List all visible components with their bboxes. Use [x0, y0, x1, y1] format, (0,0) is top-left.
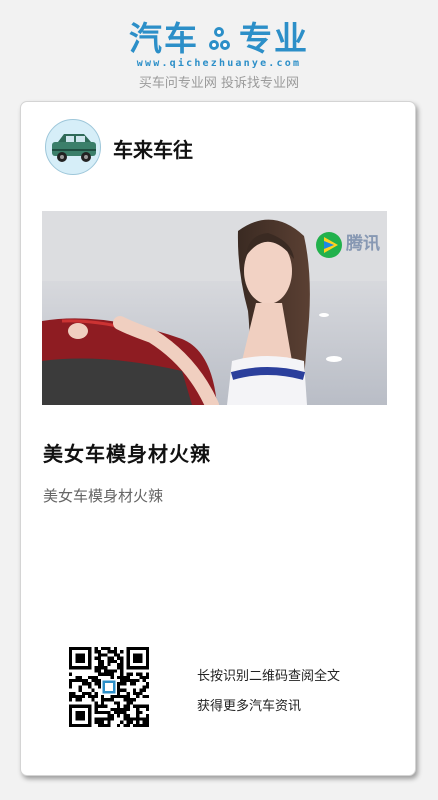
qr-promo-text: 获得更多汽车资讯: [197, 699, 302, 714]
brand-name-left: 汽车: [129, 19, 199, 58]
qr-code-icon[interactable]: [69, 647, 149, 727]
article-image[interactable]: 腾讯: [42, 211, 387, 405]
brand-slogan: 买车问专业网 投诉找专业网: [138, 76, 300, 91]
image-watermark: 腾讯: [346, 234, 380, 254]
channel-name[interactable]: 车来车往: [113, 134, 193, 163]
article-card[interactable]: 车来车往 腾讯 美女车模身材火辣 美女车模身材火辣 长按识别二维码查阅全文 获得…: [20, 101, 416, 776]
gear-icon: [203, 23, 235, 55]
brand-logo: 汽车 专业: [0, 18, 438, 60]
article-summary: 美女车模身材火辣: [43, 487, 164, 505]
qr-instruction-text: 长按识别二维码查阅全文: [197, 669, 341, 684]
brand-name-right: 专业: [239, 19, 309, 58]
brand-url[interactable]: www.qichezhuanye.com: [0, 58, 438, 69]
brand-header: 汽车 专业 www.qichezhuanye.com 买车问专业网 投诉找专业网: [0, 0, 438, 96]
channel-avatar[interactable]: [45, 119, 101, 175]
article-title[interactable]: 美女车模身材火辣: [43, 438, 211, 467]
car-icon: [52, 134, 96, 162]
